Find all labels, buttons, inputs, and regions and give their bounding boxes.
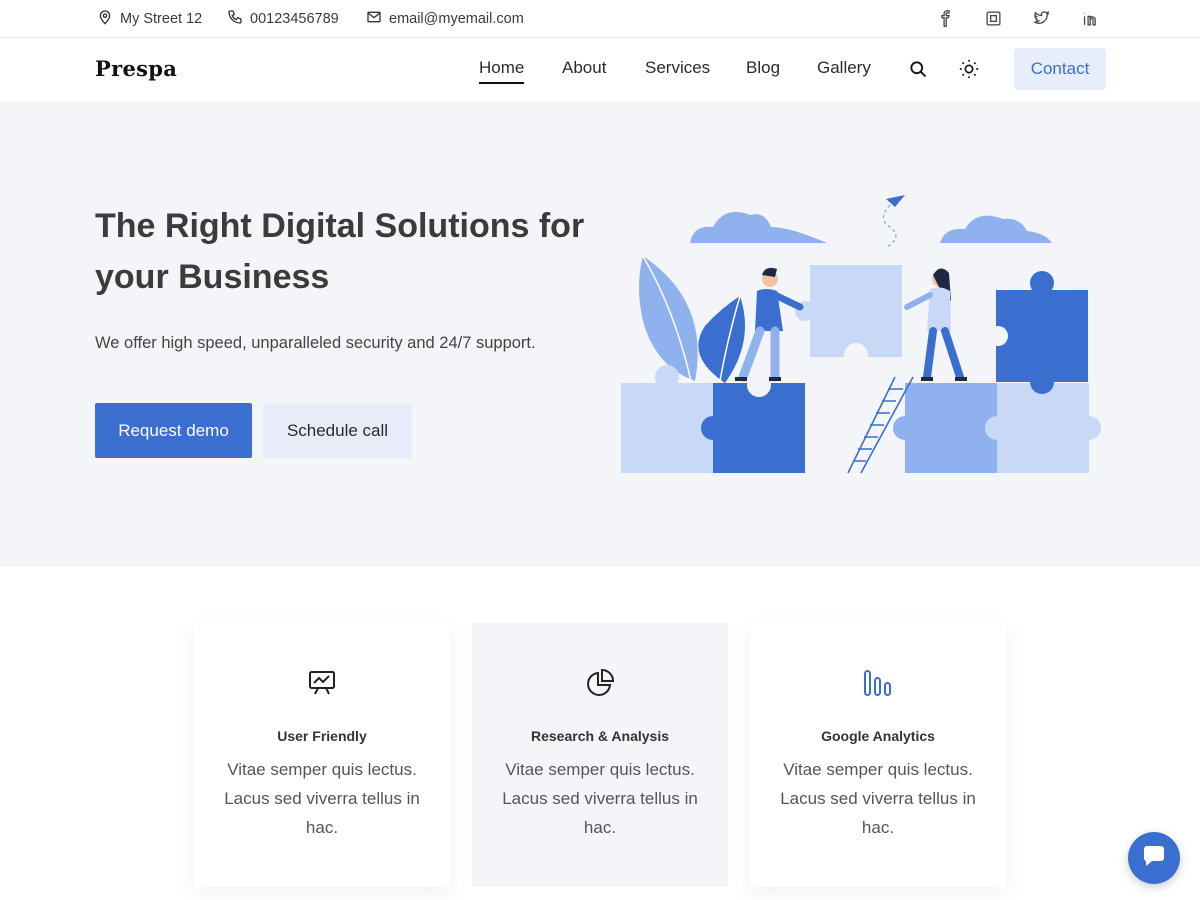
presentation-chart-icon [307,668,337,698]
hero-subtitle: We offer high speed, unparalleled securi… [95,334,536,352]
nav-services[interactable]: Services [645,58,710,78]
feature-card-google-analytics: Google Analytics Vitae semper quis lectu… [750,623,1006,887]
feature-title: Google Analytics [821,728,935,744]
address-text: My Street 12 [120,11,203,27]
phone-icon [227,9,243,29]
features-section: User Friendly Vitae semper quis lectus. … [0,567,1200,900]
schedule-call-button[interactable]: Schedule call [263,403,412,458]
chat-bubble-icon [1141,843,1167,874]
puzzle-teamwork-illustration [621,195,1101,474]
site-logo[interactable]: Prespa [95,56,177,81]
request-demo-button[interactable]: Request demo [95,403,252,458]
twitter-icon[interactable] [1032,9,1050,27]
facebook-icon[interactable] [936,9,954,27]
feature-text: Vitae semper quis lectus. Lacus sed vive… [224,760,420,837]
contact-button[interactable]: Contact [1014,48,1106,90]
phone-text: 00123456789 [250,11,339,27]
top-bar: My Street 12 00123456789 email@myemail.c… [0,0,1200,38]
mail-icon [366,9,382,29]
email-item[interactable]: email@myemail.com [366,9,524,29]
nav-about[interactable]: About [562,58,606,78]
search-icon[interactable] [907,58,929,80]
instagram-icon[interactable] [984,9,1002,27]
nav-home[interactable]: Home [479,58,525,84]
location-pin-icon [97,9,113,29]
bar-analytics-icon [863,668,893,698]
phone-item[interactable]: 00123456789 [227,9,339,29]
linkedin-icon[interactable] [1080,9,1098,27]
feature-text: Vitae semper quis lectus. Lacus sed vive… [502,760,698,837]
theme-toggle-sun-icon[interactable] [958,58,980,80]
nav-gallery[interactable]: Gallery [817,58,871,78]
hero-section: The Right Digital Solutions for your Bus… [0,101,1200,567]
feature-title: User Friendly [277,728,367,744]
pie-chart-icon [585,668,615,698]
feature-title: Research & Analysis [531,728,669,744]
nav-blog[interactable]: Blog [746,58,780,78]
email-text: email@myemail.com [389,11,524,27]
chat-button[interactable] [1128,832,1180,884]
address-item: My Street 12 [97,9,202,29]
feature-card-user-friendly: User Friendly Vitae semper quis lectus. … [194,623,450,887]
hero-title: The Right Digital Solutions for your Bus… [95,207,585,296]
feature-text: Vitae semper quis lectus. Lacus sed vive… [780,760,976,837]
site-header: Prespa Home About Services Blog Gallery … [0,38,1200,101]
feature-card-research: Research & Analysis Vitae semper quis le… [472,623,728,887]
